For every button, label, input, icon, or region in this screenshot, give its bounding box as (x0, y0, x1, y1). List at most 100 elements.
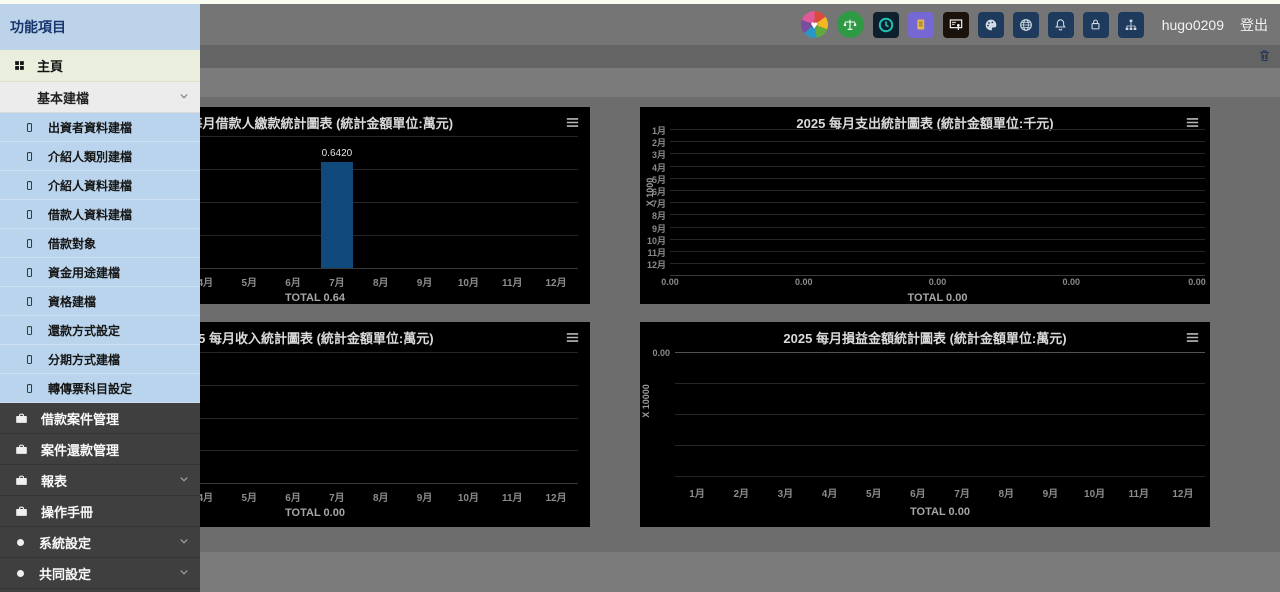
chart-menu-icon[interactable] (564, 114, 581, 131)
sidebar-item-label: 操作手冊 (41, 502, 93, 521)
sidebar-item[interactable]: 報表 (0, 465, 200, 496)
axis-month-label: 11月 (640, 246, 666, 259)
sidebar-sub-item[interactable]: 轉傳票科目設定 (0, 374, 200, 403)
axis-month-label: 11月 (1117, 485, 1161, 500)
bell-icon[interactable] (1048, 12, 1074, 38)
axis-month-label: 9月 (1028, 485, 1072, 500)
sidebar-sub-item[interactable]: 介紹人資料建檔 (0, 171, 200, 200)
document-outline-icon (24, 151, 35, 162)
sidebar-item[interactable]: 案件還款管理 (0, 434, 200, 465)
axis-month-label: 5月 (227, 489, 271, 504)
palette-icon[interactable] (978, 12, 1004, 38)
sidebar-item[interactable]: 共同設定 (0, 558, 200, 589)
axis-tick-label: 0.00 (784, 277, 824, 287)
sidebar-item[interactable]: 操作手冊 (0, 496, 200, 527)
sidebar-item-home[interactable]: 主頁 (0, 50, 200, 82)
axis-month-label: 6月 (271, 274, 315, 289)
gridline (675, 476, 1205, 477)
chart-menu-icon[interactable] (1184, 329, 1201, 346)
axis-month-label: 9月 (403, 489, 447, 504)
logout-button[interactable]: 登出 (1240, 15, 1268, 35)
navbar-icon-group: ♥ (801, 11, 1144, 38)
sidebar-sub-item[interactable]: 出資者資料建檔 (0, 113, 200, 142)
grid-icon (13, 59, 26, 72)
chart-panel-monthly-expenses: 2025 每月支出統計圖表 (統計金額單位:千元)1月2月3月4月5月6月7月8… (640, 107, 1210, 304)
sidebar-item[interactable]: 系統設定 (0, 527, 200, 558)
sidebar-sub-item[interactable]: 介紹人類別建檔 (0, 142, 200, 171)
chart-menu-icon[interactable] (564, 329, 581, 346)
axis-month-label: 6月 (896, 485, 940, 500)
axis-month-label: 12月 (1161, 485, 1205, 500)
username-menu[interactable]: hugo0209 (1162, 17, 1224, 33)
sidebar-home-label: 主頁 (37, 56, 63, 75)
sidebar-item-label: 借款案件管理 (41, 409, 119, 428)
sidebar-sub-item-label: 出資者資料建檔 (48, 119, 132, 136)
sidebar-sub-item[interactable]: 資格建檔 (0, 287, 200, 316)
axis-month-label: 10月 (447, 274, 491, 289)
gridline (670, 214, 1205, 215)
axis-month-label: 1月 (640, 124, 666, 137)
sidebar-sub-items: 出資者資料建檔介紹人類別建檔介紹人資料建檔借款人資料建檔借款對象資金用途建檔資格… (0, 113, 200, 403)
sitemap-icon[interactable] (1118, 12, 1144, 38)
sidebar-sub-item[interactable]: 借款對象 (0, 229, 200, 258)
sidebar-group-label: 基本建檔 (37, 88, 89, 107)
gridline (670, 166, 1205, 167)
chart-total-label: TOTAL 0.00 (670, 292, 1205, 304)
sidebar-sub-item-label: 轉傳票科目設定 (48, 380, 132, 397)
axis-month-label: 8月 (359, 489, 403, 504)
axis-month-label: 3月 (763, 485, 807, 500)
axis-month-label: 11月 (490, 274, 534, 289)
document-outline-icon (24, 209, 35, 220)
axis-tick-label: 0.00 (644, 348, 670, 358)
sidebar-item-label: 報表 (41, 471, 67, 490)
presentation-board-icon[interactable] (943, 12, 969, 38)
axis-month-label: 10月 (1073, 485, 1117, 500)
sidebar-item-label: 系統設定 (39, 533, 91, 552)
gridline (670, 153, 1205, 154)
axis-month-label: 4月 (808, 485, 852, 500)
clock-icon[interactable] (873, 12, 899, 38)
sidebar-group-basic-setup[interactable]: 基本建檔 (0, 82, 200, 113)
chevron-down-icon (177, 565, 191, 582)
sidebar-item[interactable]: 借款案件管理 (0, 403, 200, 434)
axis-month-label: 12月 (534, 274, 578, 289)
axis-month-label: 8月 (359, 274, 403, 289)
axis-month-label: 6月 (271, 489, 315, 504)
axis-tick-label: 0.00 (918, 277, 958, 287)
app-logo-colorful-icon[interactable]: ♥ (801, 11, 828, 38)
document-outline-icon (24, 238, 35, 249)
sidebar-sub-item[interactable]: 分期方式建檔 (0, 345, 200, 374)
axis-month-label: 12月 (640, 258, 666, 271)
gridline (670, 141, 1205, 142)
axis-tick-label: 0.00 (1177, 277, 1210, 287)
bar-value-label: 0.6420 (307, 148, 367, 159)
gridline (670, 202, 1205, 203)
sidebar-sub-item-label: 資金用途建檔 (48, 264, 120, 281)
briefcase-icon (14, 504, 29, 519)
bar-7月[interactable] (321, 162, 353, 268)
chevron-down-icon (177, 534, 191, 551)
axis-month-label: 7月 (315, 489, 359, 504)
gridline (675, 445, 1205, 446)
chart-total-label: TOTAL 0.00 (675, 506, 1205, 518)
scroll-document-icon[interactable] (908, 12, 934, 38)
chart-panel-monthly-profit: 2025 每月損益金額統計圖表 (統計金額單位:萬元)0.00X 100001月… (640, 322, 1210, 527)
sidebar-sub-item[interactable]: 借款人資料建檔 (0, 200, 200, 229)
sidebar-item-label: 案件還款管理 (41, 440, 119, 459)
gridline (670, 227, 1205, 228)
lock-icon[interactable] (1083, 12, 1109, 38)
zero-line (675, 352, 1205, 353)
globe-icon[interactable] (1013, 12, 1039, 38)
sidebar-sub-item[interactable]: 資金用途建檔 (0, 258, 200, 287)
sidebar-item-label: 共同設定 (39, 564, 91, 583)
axis-month-label: 5月 (852, 485, 896, 500)
sidebar-sub-item[interactable]: 還款方式設定 (0, 316, 200, 345)
trash-icon[interactable] (1257, 48, 1272, 63)
axis-month-label: 1月 (675, 485, 719, 500)
circle-icon (14, 567, 27, 580)
scales-balance-icon[interactable] (837, 11, 864, 38)
document-outline-icon (24, 383, 35, 394)
axis-month-label: 10月 (447, 489, 491, 504)
dashboard-page: { "navbar": { "username": "hugo0209", "l… (0, 0, 1280, 592)
briefcase-icon (14, 411, 29, 426)
